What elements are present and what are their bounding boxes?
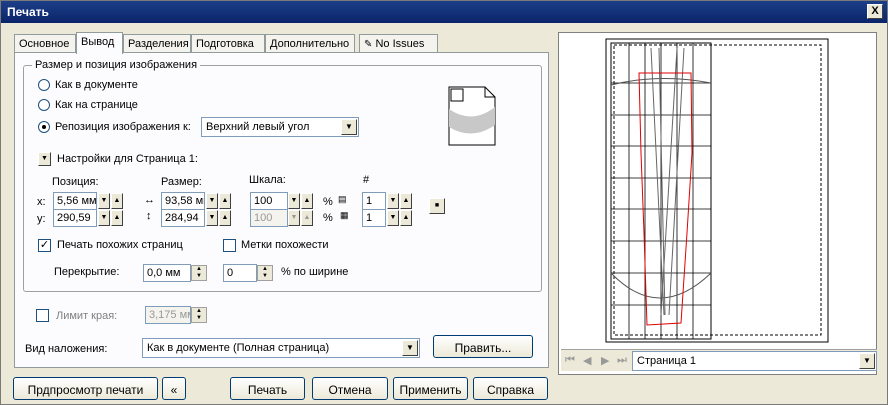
bleed-limit-checkbox[interactable] [36,309,49,322]
percent-label-y: % [323,212,333,224]
height-input[interactable]: 284,94 [161,209,205,227]
radio-label-as-in-document: Как в документе [55,79,138,91]
lock-icon[interactable]: ■ [429,198,445,214]
scale-label: Шкала: [249,174,286,186]
scale-x-input[interactable]: 100 [250,192,288,210]
tab-general[interactable]: Основное [14,34,76,53]
page-select-value: Страница 1 [637,355,697,367]
tiles-x-increment-button[interactable]: ▲ [400,193,412,209]
tiles-y-decrement-button[interactable]: ▼ [387,210,399,226]
tab-output[interactable]: Вывод [76,32,123,54]
tab-prepress[interactable]: Подготовка [191,34,265,53]
reposition-select[interactable]: Верхний левый угол ▼ [201,117,359,137]
imposition-select[interactable]: Как в документе (Полная страница) ▼ [142,338,420,358]
bleed-limit-label: Лимит края: [56,310,118,322]
chevron-down-icon[interactable]: ▼ [341,119,357,135]
help-button[interactable]: Справка [473,377,548,400]
settings-expand-button[interactable]: ▼ [38,152,51,166]
tab-separations[interactable]: Разделения [123,34,191,53]
x-position-input[interactable]: 5,56 мм [53,192,97,210]
height-arrow-icon: ↕ [146,210,152,222]
overlap-percent-input[interactable]: 0 [223,264,257,282]
size-label: Размер: [161,176,202,188]
close-button[interactable]: X [867,4,883,19]
tile-count-label: # [363,174,370,186]
cancel-button[interactable]: Отмена [312,377,388,400]
percent-label: % [323,196,333,208]
print-tiles-label: Печать похожих страниц [57,239,183,251]
chevron-down-icon[interactable]: ▼ [859,353,875,369]
width-increment-button[interactable]: ▲ [219,193,231,209]
preview-canvas [605,38,829,343]
prev-page-icon[interactable]: ◀ [583,354,591,367]
tab-no-issues[interactable]: ✎ No Issues [359,34,438,53]
vertical-tiles-icon: ▦ [340,210,349,220]
scale-x-decrement-button[interactable]: ▼ [288,193,300,209]
last-page-icon[interactable]: ⏭ [617,354,627,367]
position-label: Позиция: [52,176,99,188]
radio-label-reposition: Репозиция изображения к: [55,121,191,133]
reposition-value: Верхний левый угол [206,121,310,133]
preview-nav-bar: ⏮ ◀ ▶ ⏭ Страница 1 ▼ [561,349,877,371]
print-preview-button[interactable]: Прдпросмотр печати [13,377,158,400]
overlap-percent-spinner[interactable]: ▲ ▼ [257,265,273,281]
tiles-x-input[interactable]: 1 [362,192,386,210]
overlap-spinner[interactable]: ▲ ▼ [191,265,207,281]
imposition-label: Вид наложения: [25,343,108,355]
x-label: x: [37,196,46,208]
scale-x-increment-button[interactable]: ▲ [301,193,313,209]
scale-y-increment-button[interactable]: ▲ [301,210,313,226]
print-tiles-checkbox[interactable]: ✓ [38,239,51,252]
collapse-preview-button[interactable]: « [162,377,186,400]
first-page-icon[interactable]: ⏮ [565,354,575,367]
tiles-y-input[interactable]: 1 [362,209,386,227]
tile-marks-checkbox[interactable] [223,239,236,252]
tab-no-issues-label: No Issues [375,38,425,50]
page-select[interactable]: Страница 1 ▼ [632,351,877,371]
y-label: y: [37,213,46,225]
chevron-down-icon[interactable]: ▼ [402,340,418,356]
tab-misc[interactable]: Дополнительно [265,34,355,53]
warning-icon: ✎ [364,39,373,50]
height-increment-button[interactable]: ▲ [219,210,231,226]
print-preview-area [558,32,877,375]
overlap-label: Перекрытие: [54,266,120,278]
y-position-input[interactable]: 290,59 [53,209,97,227]
page-layout-icon [448,86,496,146]
horizontal-tiles-icon: ▤ [338,194,347,204]
radio-fit-to-page[interactable] [38,99,50,111]
x-decrement-button[interactable]: ▼ [98,193,110,209]
bleed-limit-input[interactable]: 3,175 мм [145,306,191,324]
title-bar: Печать X [1,1,887,23]
print-dialog: Печать X Основное Вывод Разделения Подго… [0,0,888,405]
overlap-input[interactable]: 0,0 мм [143,264,191,282]
width-arrow-icon: ↔ [144,194,155,206]
tile-marks-label: Метки похожести [241,239,329,251]
bleed-limit-spinner[interactable]: ▲ ▼ [191,307,207,323]
y-decrement-button[interactable]: ▼ [98,210,110,226]
next-page-icon[interactable]: ▶ [601,354,609,367]
print-button[interactable]: Печать [230,377,305,400]
x-increment-button[interactable]: ▲ [111,193,123,209]
scale-y-input[interactable]: 100 [250,209,288,227]
y-increment-button[interactable]: ▲ [111,210,123,226]
overlap-percent-label: % по ширине [281,266,349,278]
settings-label: Настройки для Страница 1: [57,153,198,165]
width-decrement-button[interactable]: ▼ [206,193,218,209]
imposition-value: Как в документе (Полная страница) [147,342,330,354]
window-title: Печать [7,5,49,19]
tiles-y-increment-button[interactable]: ▲ [400,210,412,226]
tiles-x-decrement-button[interactable]: ▼ [387,193,399,209]
apply-button[interactable]: Применить [393,377,468,400]
radio-label-fit-to-page: Как на странице [55,99,138,111]
height-decrement-button[interactable]: ▼ [206,210,218,226]
group-title: Размер и позиция изображения [32,59,201,71]
radio-reposition[interactable] [38,121,50,133]
edit-imposition-button[interactable]: Править... [433,335,533,358]
radio-as-in-document[interactable] [38,79,50,91]
scale-y-decrement-button[interactable]: ▼ [288,210,300,226]
width-input[interactable]: 93,58 мм [161,192,205,210]
